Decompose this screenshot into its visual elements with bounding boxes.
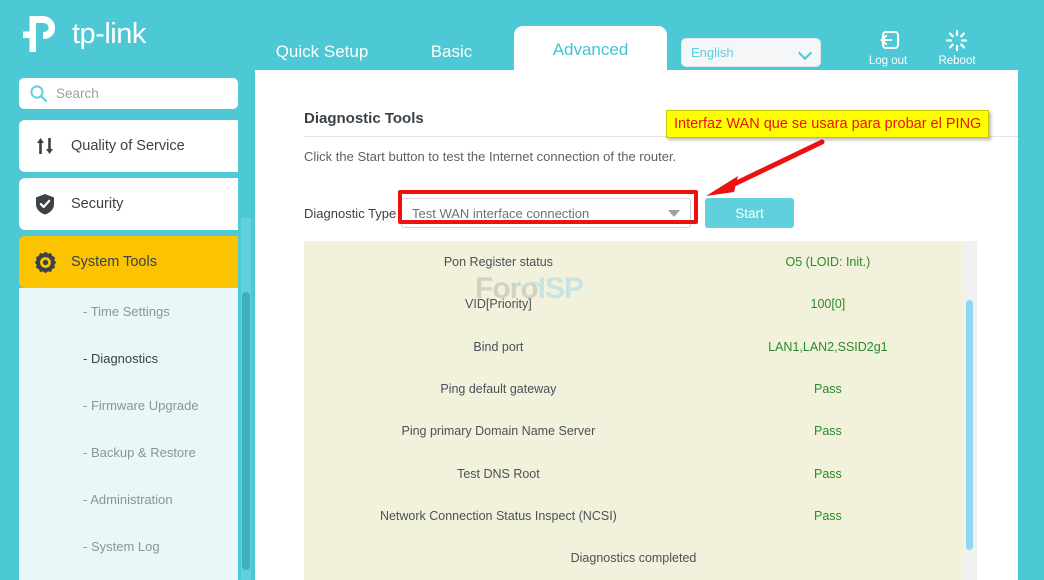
submenu-item-administration[interactable]: - Administration [19,476,238,523]
tp-link-logo-icon [22,14,66,54]
updown-arrows-icon [19,136,71,156]
sidebar-scrollbar-thumb[interactable] [242,292,250,570]
search-icon [29,84,48,103]
page-title: Diagnostic Tools [304,110,424,127]
result-value: LAN1,LAN2,SSID2g1 [693,340,963,354]
gear-icon [19,251,71,274]
brand-name: tp-link [72,18,146,51]
table-row: Bind port LAN1,LAN2,SSID2g1 [304,326,963,368]
start-button[interactable]: Start [705,198,794,228]
diagnostic-type-row: Diagnostic Type Test WAN interface conne… [304,198,794,228]
tab-advanced[interactable]: Advanced [514,26,667,74]
result-name: Bind port [304,340,693,354]
logout-icon [853,28,923,52]
result-name: Ping primary Domain Name Server [304,424,693,438]
diagnostic-type-select[interactable]: Test WAN interface connection [401,198,691,228]
result-name: Ping default gateway [304,382,693,396]
search-input[interactable]: Search [19,78,238,109]
sidebar-item-system-tools[interactable]: System Tools [19,236,238,288]
result-value: Pass [693,467,963,481]
caret-down-icon [668,210,680,217]
result-name: Test DNS Root [304,467,693,481]
result-value: Pass [693,382,963,396]
brand-logo: tp-link [22,14,146,54]
submenu-item-system-log[interactable]: - System Log [19,523,238,570]
reboot-button[interactable]: Reboot [922,28,992,67]
submenu-item-firmware-upgrade[interactable]: - Firmware Upgrade [19,382,238,429]
results-scrollbar-thumb[interactable] [966,300,973,550]
table-row: Diagnostics completed [304,537,963,579]
result-value: 100[0] [693,297,963,311]
result-value: Pass [693,424,963,438]
logout-button[interactable]: Log out [853,28,923,67]
red-arrow-icon [690,138,830,200]
result-name: Diagnostics completed [304,551,963,565]
table-row: Ping primary Domain Name Server Pass [304,410,963,452]
submenu-item-backup-restore[interactable]: - Backup & Restore [19,429,238,476]
reboot-label: Reboot [938,55,975,67]
sidebar-submenu: - Time Settings - Diagnostics - Firmware… [19,288,238,580]
diagnostic-results-panel: Pon Register status O5 (LOID: Init.) VID… [304,241,963,580]
language-value: English [691,45,800,60]
sidebar-item-security[interactable]: Security [19,178,238,230]
table-row: VID[Priority] 100[0] [304,283,963,325]
result-name: VID[Priority] [304,297,693,311]
sidebar-item-quality-of-service[interactable]: Quality of Service [19,120,238,172]
main-content-panel: Diagnostic Tools Click the Start button … [255,70,1018,580]
sidebar-item-label: Quality of Service [71,138,185,154]
table-row: Network Connection Status Inspect (NCSI)… [304,495,963,537]
logout-label: Log out [869,55,907,67]
submenu-item-diagnostics[interactable]: - Diagnostics [19,335,238,382]
annotation-callout: Interfaz WAN que se usara para probar el… [666,110,989,138]
table-row: Pon Register status O5 (LOID: Init.) [304,241,963,283]
result-value: O5 (LOID: Init.) [693,255,963,269]
annotation-text: Interfaz WAN que se usara para probar el… [674,116,981,132]
shield-check-icon [19,193,71,215]
sidebar-item-label: Security [71,196,123,212]
diagnostic-type-value[interactable]: Test WAN interface connection [401,198,691,228]
reboot-icon [922,28,992,52]
tab-quick-setup[interactable]: Quick Setup [255,30,389,74]
tab-basic[interactable]: Basic [389,30,514,74]
submenu-item-time-settings[interactable]: - Time Settings [19,288,238,335]
router-admin-page: tp-link Quick Setup Basic Advanced Engli… [0,0,1044,580]
top-navigation: Quick Setup Basic Advanced [255,26,667,74]
language-selector[interactable]: English [681,38,821,67]
sidebar-item-label: System Tools [71,254,157,270]
table-row: Ping default gateway Pass [304,368,963,410]
result-name: Network Connection Status Inspect (NCSI) [304,509,693,523]
chevron-down-icon [800,47,811,58]
result-name: Pon Register status [304,255,693,269]
table-row: Test DNS Root Pass [304,452,963,494]
diagnostic-type-label: Diagnostic Type [304,206,401,221]
result-value: Pass [693,509,963,523]
search-placeholder: Search [56,86,99,101]
sidebar: Search Quality of Service Securi [0,70,255,580]
page-description: Click the Start button to test the Inter… [304,149,676,164]
